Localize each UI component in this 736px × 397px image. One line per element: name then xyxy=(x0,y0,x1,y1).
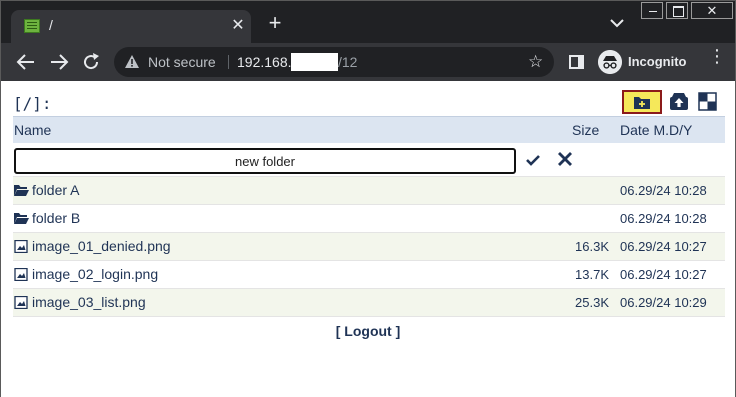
file-row[interactable]: folder A 06.29/24 10:28 xyxy=(13,177,725,205)
file-name-link[interactable]: image_03_list.png xyxy=(32,294,146,310)
logout-link[interactable]: [ Logout ] xyxy=(1,323,735,339)
file-list-header: Name Size Date M.D/Y xyxy=(13,116,725,143)
incognito-label: Incognito xyxy=(628,54,687,69)
file-date: 06.29/24 10:29 xyxy=(620,295,707,310)
upload-icon xyxy=(670,93,688,110)
image-file-icon xyxy=(14,296,28,309)
file-size: 25.3K xyxy=(575,295,609,310)
server-favicon-icon xyxy=(24,19,40,33)
file-list: Name Size Date M.D/Y folder xyxy=(13,116,725,317)
tab-search-chevron-icon[interactable] xyxy=(608,16,626,30)
file-row[interactable]: image_01_denied.png 16.3K 06.29/24 10:27 xyxy=(13,233,725,261)
title-bar: / ✕ + ✕ xyxy=(1,1,735,43)
file-name-link[interactable]: folder B xyxy=(32,210,80,226)
upload-button[interactable] xyxy=(666,89,694,115)
folder-icon xyxy=(14,213,29,224)
image-file-icon xyxy=(14,240,28,253)
file-date: 06.29/24 10:27 xyxy=(620,267,707,282)
file-size: 13.7K xyxy=(575,267,609,282)
current-path: [/]: xyxy=(13,94,52,113)
back-arrow-icon[interactable] xyxy=(15,51,37,73)
new-folder-button[interactable] xyxy=(622,90,662,114)
url-host: 192.168. xyxy=(237,54,292,70)
file-row[interactable]: folder B 06.29/24 10:28 xyxy=(13,205,725,233)
tab-close-icon[interactable]: ✕ xyxy=(229,15,247,35)
omnibox-separator xyxy=(228,55,229,69)
incognito-profile-button[interactable]: Incognito xyxy=(598,50,690,74)
browser-window: / ✕ + ✕ Not secure 192.168. /12 ☆ Incogn… xyxy=(0,0,736,397)
side-panel-icon[interactable] xyxy=(569,55,584,69)
cancel-x-icon[interactable] xyxy=(557,151,573,167)
tab-title: / xyxy=(49,17,53,33)
file-name-link[interactable]: image_01_denied.png xyxy=(32,238,171,254)
new-tab-button[interactable]: + xyxy=(265,12,285,34)
file-explorer: [/]: Name Size Date M.D/Y new folder fol… xyxy=(1,81,735,397)
select-all-button[interactable] xyxy=(696,89,724,115)
file-date: 06.29/24 10:28 xyxy=(620,183,707,198)
file-date: 06.29/24 10:28 xyxy=(620,211,707,226)
new-folder-row xyxy=(13,143,725,177)
forward-arrow-icon[interactable] xyxy=(48,51,70,73)
new-folder-icon xyxy=(634,97,650,109)
column-name-header[interactable]: Name xyxy=(14,122,51,138)
address-bar[interactable]: Not secure 192.168. /12 ☆ xyxy=(114,47,554,77)
reload-icon[interactable] xyxy=(80,51,102,73)
url-redaction xyxy=(291,53,338,71)
incognito-icon xyxy=(598,50,622,74)
security-status-label[interactable]: Not secure xyxy=(148,54,216,70)
bookmark-star-icon[interactable]: ☆ xyxy=(528,52,543,72)
confirm-check-icon[interactable] xyxy=(525,152,541,168)
file-name-link[interactable]: folder A xyxy=(32,182,79,198)
checkerboard-icon xyxy=(698,92,717,111)
browser-toolbar: Not secure 192.168. /12 ☆ Incognito ⋮ xyxy=(1,43,735,81)
url-path: /12 xyxy=(338,54,358,70)
file-name-link[interactable]: image_02_login.png xyxy=(32,266,158,282)
maximize-button[interactable] xyxy=(666,2,688,19)
window-close-button[interactable]: ✕ xyxy=(691,2,733,19)
minimize-button[interactable] xyxy=(641,2,663,19)
browser-tab[interactable]: / ✕ xyxy=(11,10,251,43)
file-size: 16.3K xyxy=(575,239,609,254)
file-row[interactable]: image_02_login.png 13.7K 06.29/24 10:27 xyxy=(13,261,725,289)
file-row[interactable]: image_03_list.png 25.3K 06.29/24 10:29 xyxy=(13,289,725,317)
column-size-header[interactable]: Size xyxy=(572,122,599,138)
folder-icon xyxy=(14,185,29,196)
column-date-header[interactable]: Date M.D/Y xyxy=(620,122,692,138)
browser-menu-icon[interactable]: ⋮ xyxy=(708,47,726,65)
file-date: 06.29/24 10:27 xyxy=(620,239,707,254)
image-file-icon xyxy=(14,268,28,281)
window-controls: ✕ xyxy=(641,1,735,20)
new-folder-name-input[interactable] xyxy=(14,148,516,174)
warning-triangle-icon[interactable] xyxy=(124,54,140,70)
